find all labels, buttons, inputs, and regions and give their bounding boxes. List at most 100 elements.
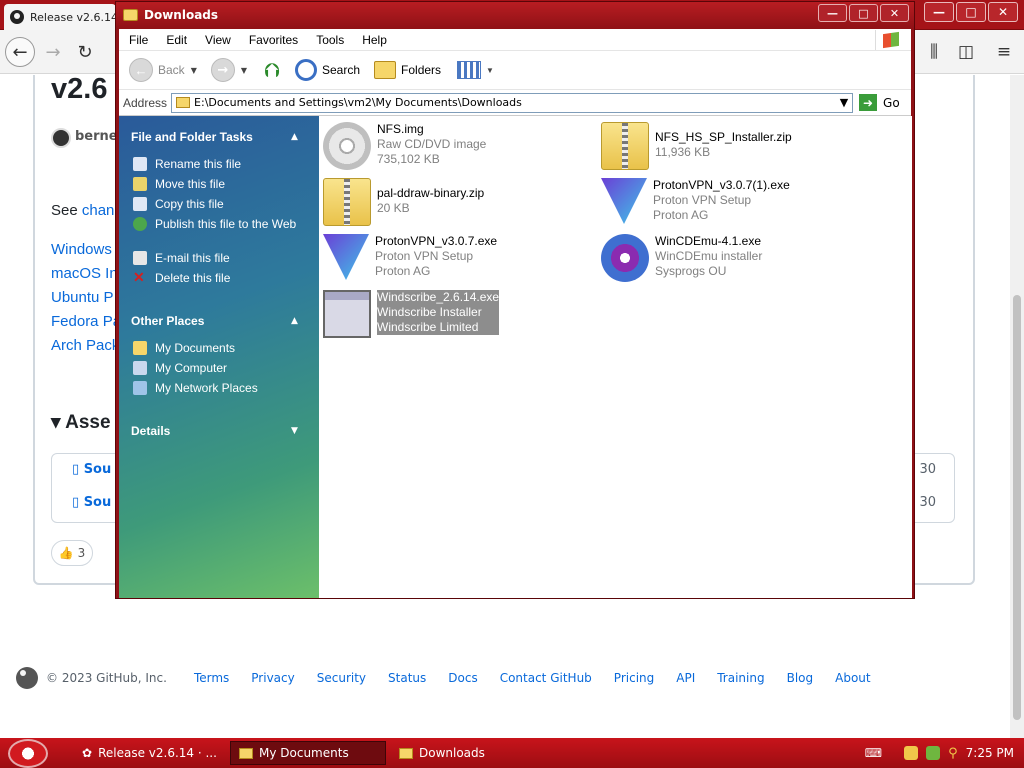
- menu-help[interactable]: Help: [362, 33, 387, 47]
- footer-link-privacy[interactable]: Privacy: [251, 671, 294, 685]
- start-button[interactable]: [8, 739, 48, 768]
- toolbar: ← Back ▼ → ▼ ⮉ Search Folders ▼: [119, 51, 911, 90]
- back-button[interactable]: ← Back: [129, 58, 185, 82]
- clock[interactable]: 7:25 PM: [966, 746, 1014, 760]
- footer-link-contact[interactable]: Contact GitHub: [500, 671, 592, 685]
- views-button[interactable]: ▼: [457, 61, 494, 79]
- download-link-ubuntu[interactable]: Ubuntu P: [51, 289, 114, 306]
- asset-row[interactable]: ▯ Sou: [72, 462, 111, 477]
- place-my-computer[interactable]: My Computer: [133, 361, 313, 376]
- menu-file[interactable]: File: [129, 33, 148, 47]
- move-icon: [133, 177, 147, 191]
- browser-icon: ✿: [82, 746, 93, 760]
- download-link-windows[interactable]: Windows: [51, 241, 112, 258]
- file-folder-tasks-heading[interactable]: File and Folder Tasks: [131, 130, 253, 144]
- collapse-icon[interactable]: ▲: [291, 316, 298, 326]
- footer-link-blog[interactable]: Blog: [787, 671, 814, 685]
- forward-arrow-icon[interactable]: →: [210, 58, 235, 82]
- other-places-heading[interactable]: Other Places: [131, 314, 204, 328]
- file-item[interactable]: NFS_HS_SP_Installer.zip 11,936 KB: [601, 122, 792, 170]
- footer-link-pricing[interactable]: Pricing: [614, 671, 654, 685]
- forward-arrow-icon[interactable]: →: [38, 37, 68, 67]
- footer-link-about[interactable]: About: [835, 671, 870, 685]
- address-input[interactable]: E:\Documents and Settings\vm2\My Documen…: [171, 92, 854, 113]
- collapse-icon[interactable]: ▲: [291, 132, 298, 142]
- download-link-arch[interactable]: Arch Pack: [51, 337, 119, 354]
- back-arrow-icon[interactable]: ←: [5, 37, 35, 67]
- search-button[interactable]: Search: [295, 59, 360, 81]
- file-item[interactable]: NFS.img Raw CD/DVD image 735,102 KB: [323, 122, 486, 170]
- reload-icon[interactable]: ↻: [70, 37, 100, 67]
- details-heading[interactable]: Details: [131, 424, 170, 438]
- back-dropdown-icon[interactable]: ▼: [191, 66, 197, 75]
- network-icon[interactable]: [926, 746, 941, 760]
- file-type: Windscribe Installer: [377, 305, 500, 320]
- sidebar-icon[interactable]: ◫: [955, 42, 977, 62]
- menu-edit[interactable]: Edit: [166, 33, 187, 47]
- file-item[interactable]: pal-ddraw-binary.zip 20 KB: [323, 178, 484, 226]
- task-move[interactable]: Move this file: [133, 177, 313, 192]
- address-label: Address: [123, 95, 168, 110]
- menu-tools[interactable]: Tools: [316, 33, 344, 47]
- menu-favorites[interactable]: Favorites: [249, 33, 298, 47]
- installer-icon: [323, 290, 371, 338]
- task-delete[interactable]: ✕ Delete this file: [133, 270, 313, 286]
- security-shield-icon[interactable]: [904, 746, 919, 760]
- maximize-button[interactable]: □: [956, 2, 986, 22]
- menu-icon[interactable]: ≡: [993, 42, 1015, 62]
- scroll-thumb[interactable]: [1013, 295, 1021, 720]
- maximize-button[interactable]: □: [849, 4, 878, 22]
- file-item[interactable]: ProtonVPN_v3.0.7.exe Proton VPN Setup Pr…: [323, 234, 497, 280]
- close-button[interactable]: ✕: [880, 4, 909, 22]
- minimize-button[interactable]: —: [818, 4, 847, 22]
- address-dropdown-icon[interactable]: ▼: [836, 94, 852, 112]
- library-icon[interactable]: ⫼: [923, 42, 945, 62]
- file-item[interactable]: ProtonVPN_v3.0.7(1).exe Proton VPN Setup…: [601, 178, 790, 224]
- author-name[interactable]: berne: [75, 129, 118, 144]
- menu-bar: File Edit View Favorites Tools Help: [119, 29, 911, 51]
- file-company: Proton AG: [653, 208, 709, 222]
- footer-link-training[interactable]: Training: [717, 671, 764, 685]
- footer-link-api[interactable]: API: [676, 671, 695, 685]
- go-button[interactable]: ➜ Go: [859, 94, 900, 111]
- footer-link-docs[interactable]: Docs: [448, 671, 477, 685]
- github-icon[interactable]: [16, 667, 38, 689]
- keyboard-icon[interactable]: ⌨: [865, 746, 882, 760]
- search-tray-icon[interactable]: ⚲: [948, 746, 958, 761]
- see-changelog: See chang: [51, 202, 123, 219]
- browser-tab[interactable]: Release v2.6.14 ·: [4, 4, 116, 30]
- reaction-thumbs-up[interactable]: 👍 3: [51, 540, 93, 566]
- folders-button[interactable]: Folders: [374, 61, 441, 79]
- download-link-macos[interactable]: macOS In: [51, 265, 118, 282]
- file-item[interactable]: WinCDEmu-4.1.exe WinCDEmu installer Sysp…: [601, 234, 762, 282]
- task-copy[interactable]: Copy this file: [133, 197, 313, 212]
- minimize-button[interactable]: —: [924, 2, 954, 22]
- assets-heading[interactable]: ▾ Asse: [51, 411, 111, 434]
- close-button[interactable]: ✕: [988, 2, 1018, 22]
- download-link-fedora[interactable]: Fedora Pa: [51, 313, 121, 330]
- file-type: WinCDEmu installer: [655, 249, 763, 263]
- expand-icon[interactable]: ▼: [291, 426, 298, 436]
- task-pane: File and Folder Tasks ▲ Rename this file…: [119, 116, 319, 598]
- asset-row[interactable]: ▯ Sou: [72, 495, 111, 510]
- menu-view[interactable]: View: [205, 33, 231, 47]
- forward-dropdown-icon[interactable]: ▼: [241, 66, 247, 75]
- task-publish[interactable]: Publish this file to the Web: [133, 217, 313, 232]
- footer-link-security[interactable]: Security: [317, 671, 366, 685]
- folders-label: Folders: [401, 63, 442, 77]
- avatar[interactable]: [51, 128, 71, 148]
- page-scrollbar[interactable]: [1010, 75, 1024, 738]
- place-my-documents[interactable]: My Documents: [133, 341, 313, 356]
- file-item-selected[interactable]: Windscribe_2.6.14.exe Windscribe Install…: [323, 290, 500, 338]
- taskbar-item-downloads[interactable]: Downloads: [391, 741, 547, 765]
- task-rename[interactable]: Rename this file: [133, 157, 313, 172]
- footer-link-terms[interactable]: Terms: [194, 671, 229, 685]
- place-my-network[interactable]: My Network Places: [133, 381, 313, 396]
- search-icon: [295, 59, 317, 81]
- taskbar-item-browser[interactable]: ✿ Release v2.6.14 · ...: [74, 741, 224, 765]
- explorer-titlebar[interactable]: Downloads — □ ✕: [116, 2, 914, 29]
- up-folder-icon[interactable]: ⮉: [261, 58, 283, 82]
- task-email[interactable]: E-mail this file: [133, 251, 313, 266]
- taskbar-item-my-documents[interactable]: My Documents: [230, 741, 386, 765]
- footer-link-status[interactable]: Status: [388, 671, 426, 685]
